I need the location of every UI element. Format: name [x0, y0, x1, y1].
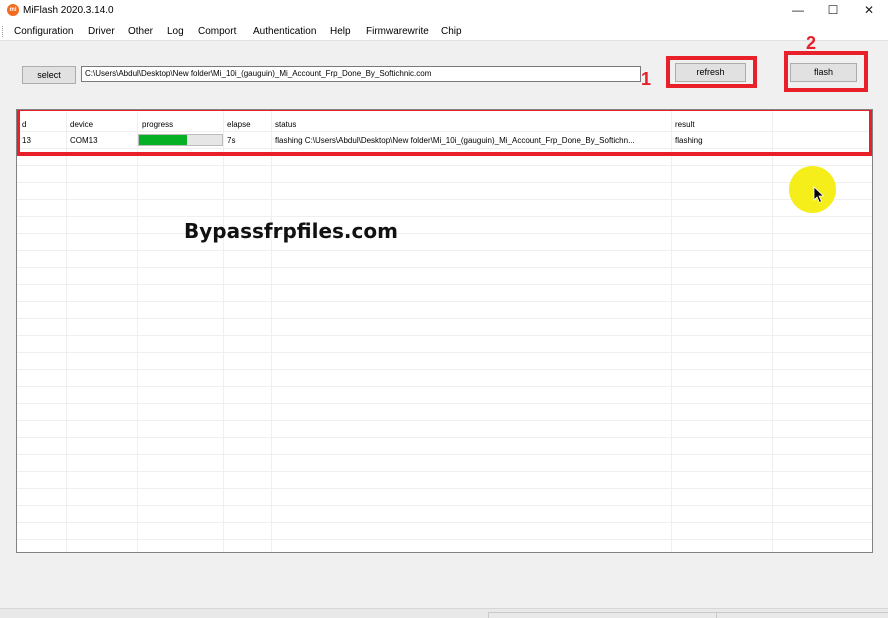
column-divider [671, 110, 672, 552]
select-button[interactable]: select [22, 66, 76, 84]
menu-grip [2, 26, 4, 37]
menu-firmwarewrite[interactable]: Firmwarewrite [366, 26, 429, 37]
menu-driver[interactable]: Driver [88, 26, 115, 37]
menu-other[interactable]: Other [128, 26, 153, 37]
column-divider [137, 110, 138, 552]
firmware-path-field[interactable]: C:\Users\Abdul\Desktop\New folder\Mi_10i… [81, 66, 641, 82]
miflash-app-icon: mi [7, 4, 19, 16]
watermark-text: Bypassfrpfiles.com [184, 219, 398, 243]
status-segment [488, 612, 716, 618]
refresh-highlight-box [666, 56, 757, 88]
menu-help[interactable]: Help [330, 26, 351, 37]
status-segment [716, 612, 888, 618]
table-highlight-box [17, 110, 872, 156]
menu-log[interactable]: Log [167, 26, 184, 37]
close-button[interactable]: ✕ [851, 0, 887, 20]
menu-configuration[interactable]: Configuration [14, 26, 73, 37]
column-divider [223, 110, 224, 552]
column-divider [66, 110, 67, 552]
column-divider [271, 110, 272, 552]
menu-bar: Configuration Driver Other Log Comport A… [0, 22, 888, 41]
menu-chip[interactable]: Chip [441, 26, 462, 37]
device-table[interactable]: d device progress elapse status result 1… [16, 109, 873, 553]
minimize-button[interactable]: — [780, 0, 816, 20]
mouse-pointer-icon [813, 186, 825, 204]
title-bar: mi MiFlash 2020.3.14.0 — ☐ ✕ [0, 0, 888, 22]
maximize-button[interactable]: ☐ [815, 0, 851, 20]
flash-highlight-box [784, 51, 868, 92]
column-divider [772, 110, 773, 552]
step-marker-2: 2 [806, 33, 817, 53]
window-title: MiFlash 2020.3.14.0 [23, 5, 114, 16]
menu-comport[interactable]: Comport [198, 26, 236, 37]
step-marker-1: 1 [641, 69, 652, 89]
menu-authentication[interactable]: Authentication [253, 26, 316, 37]
